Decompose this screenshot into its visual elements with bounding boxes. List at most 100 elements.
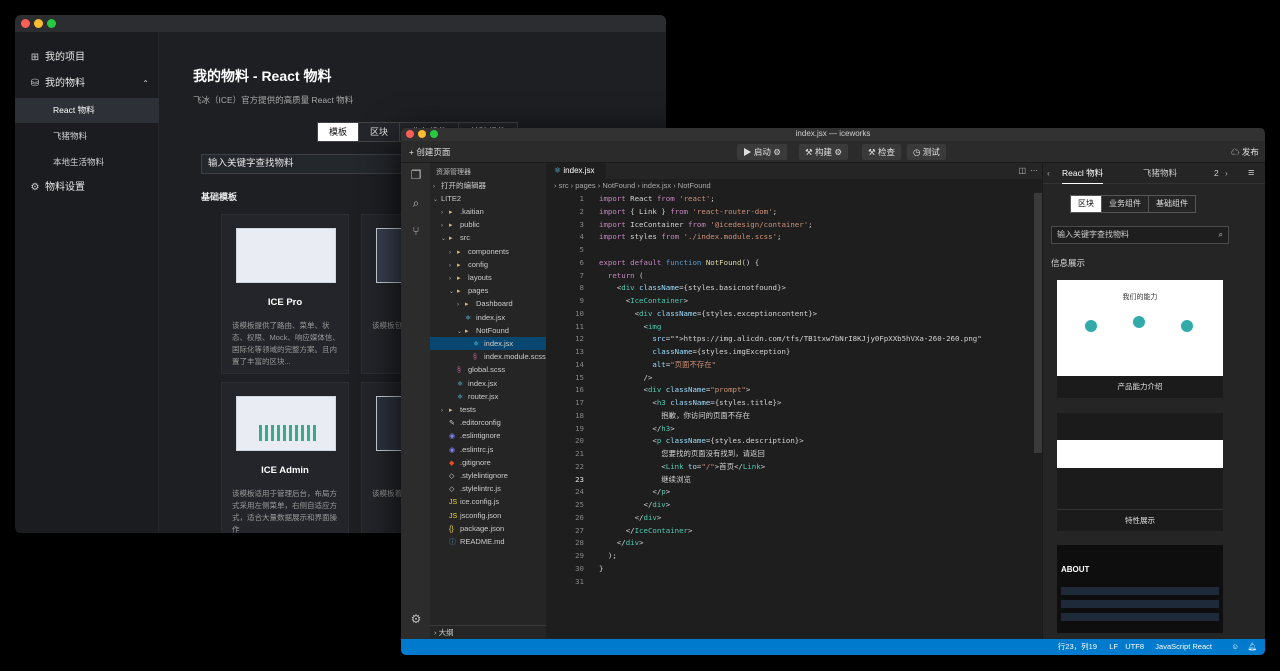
sidebar-item-my-projects[interactable]: ⊞ 我的项目	[15, 46, 159, 70]
code-line[interactable]: 7 return (	[546, 270, 1042, 283]
code-line[interactable]: 24 </p>	[546, 486, 1042, 499]
files-icon[interactable]: ❐	[408, 167, 424, 183]
build-button[interactable]: ⚒ 构建 ⚙	[799, 144, 849, 160]
tree-item[interactable]: ◉ .eslintrc.js	[430, 443, 546, 456]
code-line[interactable]: 26 </div>	[546, 512, 1042, 525]
tree-item[interactable]: ⚛ index.jsx	[430, 337, 546, 350]
encoding-indicator[interactable]: UTF8	[1125, 639, 1144, 655]
code-line[interactable]: 27 </IceContainer>	[546, 525, 1042, 538]
gear-icon[interactable]: ⚙	[408, 611, 424, 627]
tree-item[interactable]: ✎ .editorconfig	[430, 416, 546, 429]
code-line[interactable]: 1 import React from 'react';	[546, 193, 1042, 206]
tree-item[interactable]: ⌄ ▸ src	[430, 231, 546, 244]
maximize-window-button[interactable]	[47, 19, 56, 28]
code-line[interactable]: 15 />	[546, 372, 1042, 385]
code-line[interactable]: 16 <div className="prompt">	[546, 384, 1042, 397]
code-line[interactable]: 17 <h3 className={styles.title}>	[546, 397, 1042, 410]
sidebar-item-material-settings[interactable]: ⚙ 物料设置	[15, 176, 159, 200]
tree-item[interactable]: ⚛ index.jsx	[430, 377, 546, 390]
tree-item[interactable]: › ▸ tests	[430, 403, 546, 416]
segment-business[interactable]: 业务组件	[1102, 196, 1149, 212]
panel-tab-react[interactable]: Reacl 物料	[1062, 163, 1104, 184]
sidebar-subitem-feizhu[interactable]: 飞猪物料	[15, 124, 159, 149]
template-card[interactable]: ICE Pro 该模板提供了路由、菜单、状态、权限、Mock、响应媒体信、国际化…	[221, 214, 349, 374]
code-line[interactable]: 6 export default function NotFound() {	[546, 257, 1042, 270]
code-line[interactable]: 4 import styles from './index.module.scss…	[546, 231, 1042, 244]
create-page-button[interactable]: + 创建页面	[403, 144, 456, 160]
split-editor-icon[interactable]: ◫	[1018, 166, 1026, 175]
chevron-right-icon[interactable]: ›	[1225, 163, 1228, 184]
tree-item[interactable]: ◆ .gitignore	[430, 456, 546, 469]
panel-search-input[interactable]: 输入关键字查找物料 ⌕	[1051, 226, 1229, 244]
tree-item[interactable]: ⌄ ▸ pages	[430, 284, 546, 297]
tree-item[interactable]: ⚛ router.jsx	[430, 390, 546, 403]
code-line[interactable]: 29 );	[546, 550, 1042, 563]
code-line[interactable]: 18 抱歉，你访问的页面不存在	[546, 410, 1042, 423]
menu-icon[interactable]: ≡	[1248, 163, 1254, 184]
code-line[interactable]: 25 </div>	[546, 499, 1042, 512]
code-line[interactable]: 12 src="">https://img.alicdn.com/tfs/TB1…	[546, 333, 1042, 346]
tree-item[interactable]: ⚛ index.jsx	[430, 311, 546, 324]
bell-icon[interactable]: 🔔︎	[1247, 639, 1257, 655]
search-icon[interactable]: ⌕	[408, 195, 424, 211]
chevron-left-icon[interactable]: ‹	[1047, 163, 1050, 184]
code-line[interactable]: 2 import { Link } from 'react-router-dom'…	[546, 206, 1042, 219]
code-line[interactable]: 19 </h3>	[546, 423, 1042, 436]
tree-item[interactable]: › ▸ components	[430, 245, 546, 258]
code-line[interactable]: 23 继续浏览	[546, 474, 1042, 487]
code-line[interactable]: 22 <Link to="/">首页</Link>	[546, 461, 1042, 474]
tab-templates[interactable]: 模板	[318, 123, 360, 141]
editor-tab-index-jsx[interactable]: ⚛ index.jsx	[546, 163, 606, 179]
eol-indicator[interactable]: LF	[1109, 639, 1118, 655]
code-line[interactable]: 31	[546, 576, 1042, 589]
template-card[interactable]: ICE Admin 该模板适用于管理后台，布局方式采用左侧菜单，右侧自适应方式，…	[221, 382, 349, 533]
close-window-button[interactable]	[21, 19, 30, 28]
tree-item[interactable]: › ▸ .kaitian	[430, 205, 546, 218]
tree-item[interactable]: {} package.json	[430, 522, 546, 535]
open-editors-section[interactable]: › 打开的编辑器	[430, 179, 546, 192]
start-button[interactable]: ▶ 启动 ⚙	[737, 144, 787, 160]
code-lines[interactable]: 1 import React from 'react'; 2 import { Lin…	[546, 193, 1042, 588]
code-line[interactable]: 8 <div className={styles.basicnotfound}>	[546, 282, 1042, 295]
tree-item[interactable]: › ▸ layouts	[430, 271, 546, 284]
tree-item[interactable]: › ▸ config	[430, 258, 546, 271]
code-line[interactable]: 21 您要找的页面没有找到，请返回	[546, 448, 1042, 461]
git-branch-icon[interactable]: ⑂	[408, 223, 424, 239]
test-button[interactable]: ◷ 测试	[907, 144, 946, 160]
tree-item[interactable]: ◉ .eslintignore	[430, 429, 546, 442]
editor-scrollbar[interactable]	[1034, 193, 1042, 453]
code-line[interactable]: 10 <div className={styles.exceptionconte…	[546, 308, 1042, 321]
language-indicator[interactable]: JavaScript React	[1155, 639, 1212, 655]
code-line[interactable]: 11 <img	[546, 321, 1042, 334]
tab-blocks[interactable]: 区块	[359, 123, 401, 141]
segment-blocks[interactable]: 区块	[1071, 196, 1102, 212]
tree-item[interactable]: ◇ .stylelintignore	[430, 469, 546, 482]
cursor-position[interactable]: 行23，列19	[1058, 639, 1097, 655]
tree-item[interactable]: › ▸ public	[430, 218, 546, 231]
tree-item[interactable]: ⌄ ▸ NotFound	[430, 324, 546, 337]
code-line[interactable]: 14 alt="页面不存在"	[546, 359, 1042, 372]
outline-section[interactable]: › 大纲	[430, 625, 546, 639]
publish-button[interactable]: ☁ 发布	[1225, 144, 1265, 160]
breadcrumb[interactable]: › src › pages › NotFound › index.jsx › N…	[554, 181, 711, 190]
code-line[interactable]: 28 </div>	[546, 537, 1042, 550]
sidebar-subitem-local[interactable]: 本地生活物料	[15, 150, 159, 175]
check-button[interactable]: ⚒ 检查	[862, 144, 902, 160]
tree-item[interactable]: JS jsconfig.json	[430, 509, 546, 522]
block-preview-card[interactable]: ABOUT	[1057, 545, 1223, 633]
block-preview-card[interactable]: 我们的能力	[1057, 280, 1223, 376]
tree-item[interactable]: JS ice.config.js	[430, 495, 546, 508]
minimize-window-button[interactable]	[34, 19, 43, 28]
project-root[interactable]: ⌄ LITE2	[430, 192, 546, 205]
more-icon[interactable]: ⋯	[1030, 166, 1038, 175]
code-line[interactable]: 5	[546, 244, 1042, 257]
tree-item[interactable]: § global.scss	[430, 363, 546, 376]
block-preview-card[interactable]	[1057, 413, 1223, 509]
sidebar-item-my-materials[interactable]: ⛁ 我的物料 ⌃	[15, 72, 159, 96]
tree-item[interactable]: ⓘ README.md	[430, 535, 546, 548]
panel-tab-feizhu[interactable]: 飞猪物料	[1143, 163, 1177, 184]
sidebar-subitem-react[interactable]: React 物料	[15, 98, 159, 123]
segment-base[interactable]: 基础组件	[1149, 196, 1195, 212]
code-line[interactable]: 20 <p className={styles.description}>	[546, 435, 1042, 448]
tree-item[interactable]: § index.module.scss	[430, 350, 546, 363]
